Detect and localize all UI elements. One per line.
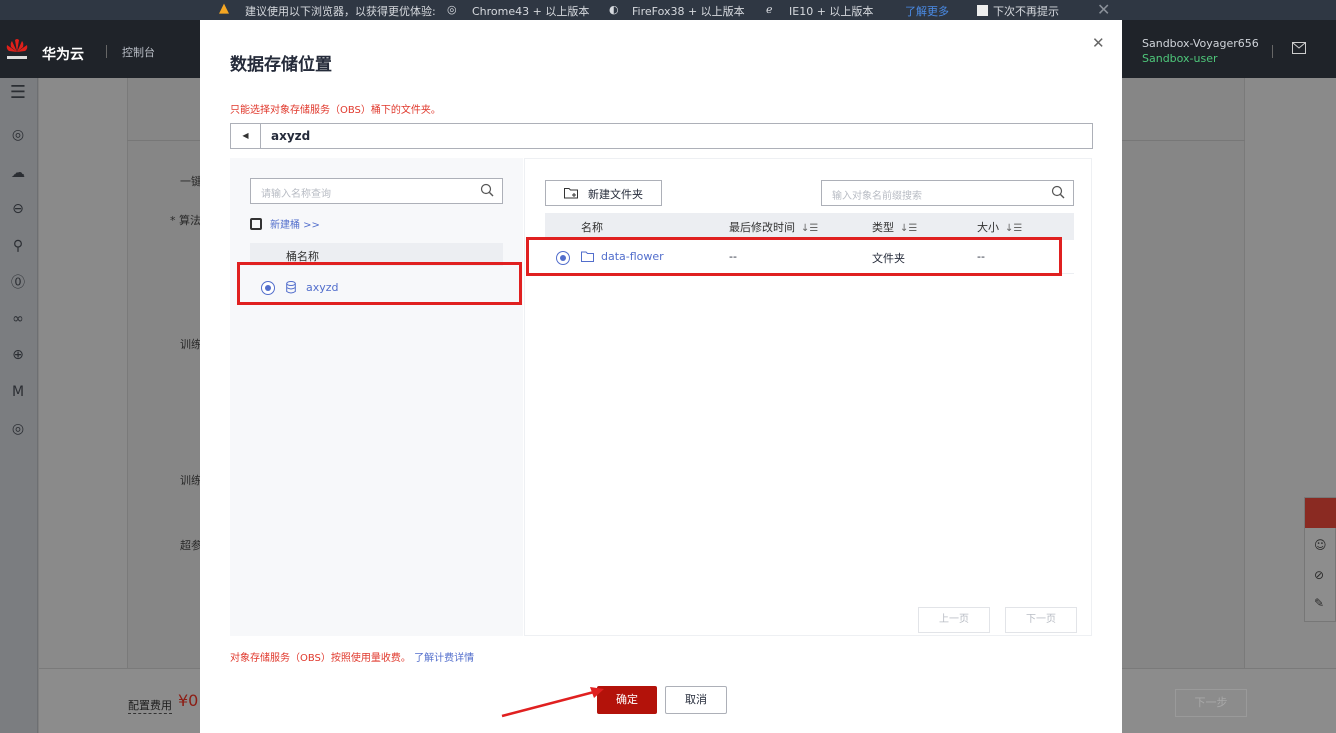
header-divider-right bbox=[1272, 45, 1273, 58]
cloud-service-icon-1[interactable]: ◎ bbox=[9, 126, 27, 144]
object-search-placeholder: 输入对象名前缀搜索 bbox=[832, 191, 922, 202]
left-sidebar: ☰ ◎ ☁ ⊖ ⚲ ⓪ ∞ ⊕ M ◎ bbox=[0, 78, 38, 733]
feedback-button[interactable] bbox=[1305, 498, 1336, 528]
sort-icon[interactable]: ↓☰ bbox=[900, 223, 917, 234]
bg-label-3: 训练 bbox=[180, 338, 202, 351]
new-folder-icon bbox=[564, 188, 578, 199]
dialog-close-icon[interactable]: ✕ bbox=[1092, 34, 1105, 52]
warning-icon: ▲ bbox=[219, 1, 229, 16]
smile-icon[interactable]: ☺ bbox=[1314, 538, 1327, 552]
object-table-header: 名称 最后修改时间 ↓☰ 类型 ↓☰ 大小 ↓☰ bbox=[545, 213, 1074, 240]
console-link[interactable]: 控制台 bbox=[122, 44, 155, 60]
user-name: Sandbox-Voyager656 bbox=[1142, 37, 1259, 50]
column-type-label: 类型 bbox=[872, 221, 894, 234]
ie-icon: ℯ bbox=[766, 3, 773, 16]
dont-show-label: 下次不再提示 bbox=[993, 5, 1059, 18]
bucket-search-input[interactable]: 请输入名称查询 bbox=[250, 178, 503, 204]
cloud-service-icon-4[interactable]: ⚲ bbox=[9, 237, 27, 255]
cloud-service-icon-3[interactable]: ⊖ bbox=[9, 200, 27, 218]
tip-message: 建议使用以下浏览器，以获得更优体验: bbox=[245, 5, 436, 18]
billing-text: 对象存储服务（OBS）按照使用量收费。 bbox=[230, 653, 411, 664]
object-search-input[interactable]: 输入对象名前缀搜索 bbox=[821, 180, 1074, 206]
column-size-label: 大小 bbox=[977, 221, 999, 234]
user-menu[interactable]: Sandbox-Voyager656 Sandbox-user bbox=[1142, 36, 1259, 66]
menu-icon[interactable]: ☰ bbox=[9, 84, 27, 102]
chrome-icon: ◎ bbox=[447, 3, 457, 16]
path-bar: ◀ axyzd bbox=[230, 123, 1093, 149]
cloud-service-icon-6[interactable]: ◎ bbox=[9, 420, 27, 438]
floating-toolbar: ☺ ⊘ ✎ bbox=[1304, 497, 1336, 622]
browser-tip-bar: ▲ 建议使用以下浏览器，以获得更优体验: ◎ Chrome43 + 以上版本 ◐… bbox=[0, 0, 1336, 20]
config-fee-label: 配置费用 bbox=[128, 699, 172, 714]
tip-ie: IE10 + 以上版本 bbox=[789, 5, 874, 18]
edit-icon[interactable]: ✎ bbox=[1314, 596, 1324, 610]
user-role: Sandbox-user bbox=[1142, 52, 1218, 65]
firefox-icon: ◐ bbox=[609, 3, 619, 16]
new-folder-button[interactable]: 新建文件夹 bbox=[545, 180, 662, 206]
huawei-logo-icon[interactable] bbox=[6, 38, 28, 64]
sort-icon[interactable]: ↓☰ bbox=[801, 223, 818, 234]
column-modified[interactable]: 最后修改时间 ↓☰ bbox=[729, 219, 818, 235]
bg-label-1: 一键 bbox=[180, 175, 202, 188]
search-icon[interactable] bbox=[480, 183, 494, 197]
sort-icon[interactable]: ↓☰ bbox=[1005, 223, 1022, 234]
help-icon[interactable]: ⊘ bbox=[1314, 568, 1324, 582]
column-name: 名称 bbox=[581, 221, 603, 234]
header-divider bbox=[106, 45, 107, 58]
config-fee-value: ¥0 bbox=[178, 691, 199, 710]
modelarts-icon[interactable]: M bbox=[9, 383, 27, 401]
mail-icon[interactable] bbox=[1292, 42, 1306, 54]
learn-more-link[interactable]: 了解更多 bbox=[905, 3, 949, 19]
current-path: axyzd bbox=[271, 129, 311, 143]
cancel-button[interactable]: 取消 bbox=[665, 686, 727, 714]
ip-icon[interactable]: ⓪ bbox=[9, 274, 27, 292]
billing-link[interactable]: 了解计费详情 bbox=[414, 653, 474, 664]
column-modified-label: 最后修改时间 bbox=[729, 221, 795, 234]
object-pane: 新建文件夹 输入对象名前缀搜索 名称 最后修改时间 ↓☰ 类型 ↓☰ 大小 ↓☰ da… bbox=[524, 158, 1092, 636]
cloud-service-icon-2[interactable]: ☁ bbox=[9, 164, 27, 182]
storage-location-dialog: 数据存储位置 ✕ 只能选择对象存储服务（OBS）桶下的文件夹。 ◀ axyzd … bbox=[200, 20, 1122, 733]
next-step-button[interactable]: 下一步 bbox=[1175, 689, 1247, 717]
bucket-pane: 请输入名称查询 新建桶 >> 桶名称 axyzd bbox=[230, 158, 523, 636]
bg-label-2: * 算法 bbox=[170, 214, 201, 227]
bucket-highlight-box bbox=[237, 262, 522, 305]
dialog-title: 数据存储位置 bbox=[230, 55, 332, 75]
new-bucket-label: 新建桶 >> bbox=[270, 220, 320, 231]
tip-close-icon[interactable]: ✕ bbox=[1097, 0, 1110, 19]
dont-show-checkbox[interactable]: 下次不再提示 bbox=[977, 3, 1059, 19]
globe-icon[interactable]: ⊕ bbox=[9, 346, 27, 364]
billing-note: 对象存储服务（OBS）按照使用量收费。 了解计费详情 bbox=[230, 649, 474, 664]
object-highlight-box bbox=[526, 237, 1062, 276]
bg-label-5: 超参 bbox=[180, 539, 202, 552]
brand-name[interactable]: 华为云 bbox=[42, 44, 84, 64]
bucket-search-placeholder: 请输入名称查询 bbox=[261, 189, 331, 200]
cloud-service-icon-5[interactable]: ∞ bbox=[9, 310, 27, 328]
prev-page-button[interactable]: 上一页 bbox=[918, 607, 990, 633]
column-size[interactable]: 大小 ↓☰ bbox=[977, 219, 1022, 235]
next-page-button[interactable]: 下一页 bbox=[1005, 607, 1077, 633]
bucket-icon bbox=[250, 218, 262, 230]
tip-firefox: FireFox38 + 以上版本 bbox=[632, 5, 745, 18]
tip-chrome: Chrome43 + 以上版本 bbox=[472, 5, 590, 18]
dialog-hint: 只能选择对象存储服务（OBS）桶下的文件夹。 bbox=[230, 105, 441, 116]
new-bucket-link[interactable]: 新建桶 >> bbox=[250, 216, 320, 231]
column-type[interactable]: 类型 ↓☰ bbox=[872, 219, 917, 235]
back-arrow-icon[interactable]: ◀ bbox=[231, 124, 261, 148]
annotation-arrow bbox=[501, 687, 604, 718]
search-icon[interactable] bbox=[1051, 185, 1065, 199]
bg-label-4: 训练 bbox=[180, 474, 202, 487]
new-folder-label: 新建文件夹 bbox=[588, 188, 643, 201]
